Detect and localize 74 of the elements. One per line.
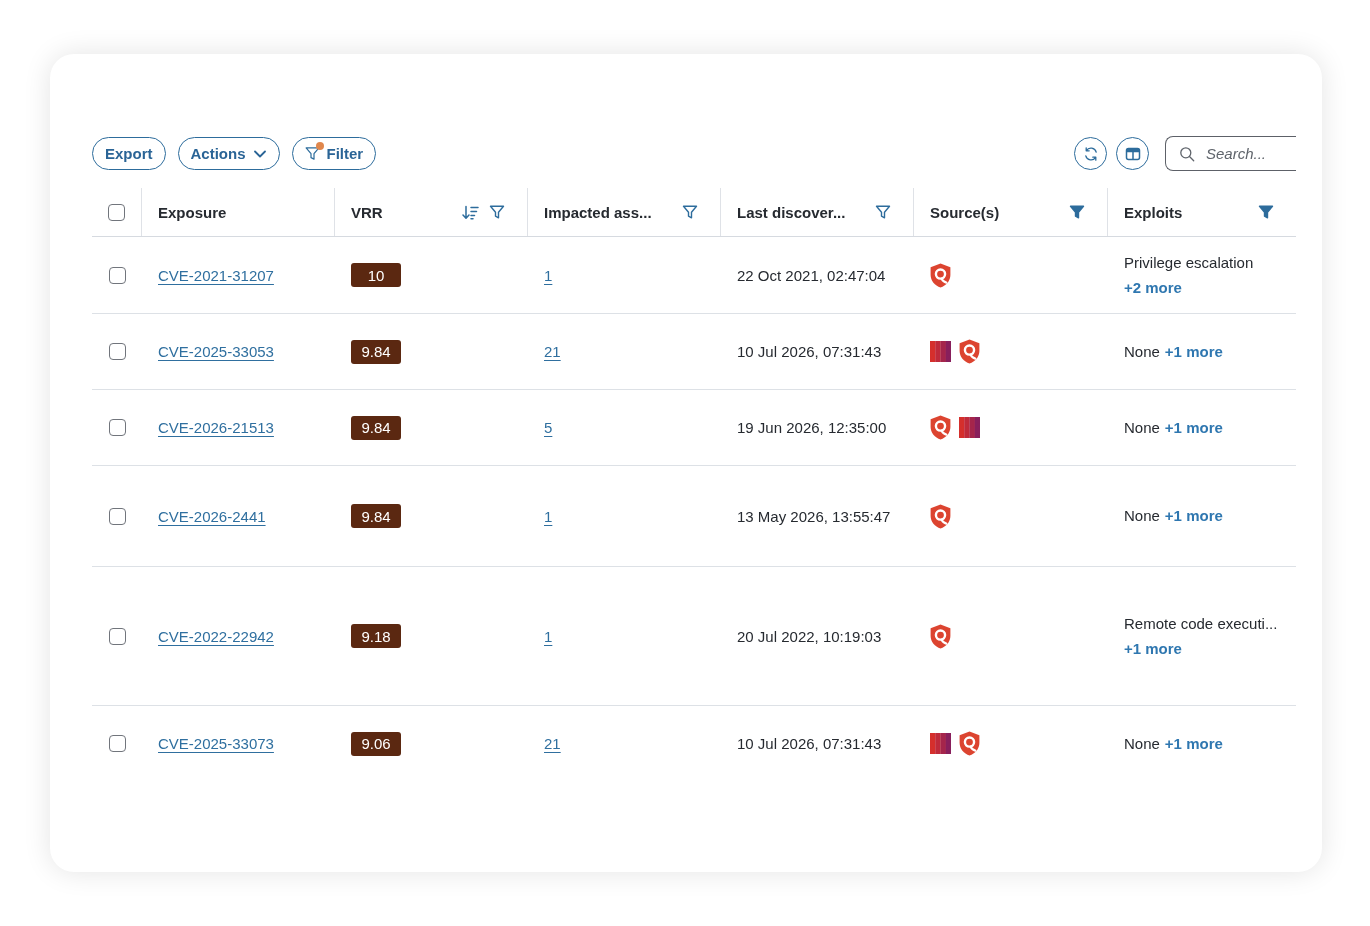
shield-logo-icon: [930, 503, 951, 529]
refresh-button[interactable]: [1074, 137, 1107, 170]
vrr-score-badge: 9.84: [351, 415, 401, 440]
striped-square-icon: [930, 341, 951, 362]
row-checkbox[interactable]: [108, 627, 126, 645]
exploit-text: Privilege escalation: [1124, 252, 1254, 273]
filter-icon[interactable]: [489, 204, 505, 220]
select-all-checkbox[interactable]: [108, 203, 125, 221]
vrr-score-badge: 9.06: [351, 731, 401, 756]
filter-icon[interactable]: [1069, 204, 1085, 220]
cve-link[interactable]: CVE-2025-33053: [158, 343, 274, 360]
row-checkbox[interactable]: [108, 419, 126, 436]
actions-menu-button[interactable]: Actions: [177, 137, 280, 170]
date-text: 20 Jul 2022, 10:19:03: [737, 627, 882, 645]
cve-link[interactable]: CVE-2025-33073: [158, 735, 274, 752]
row-checkbox[interactable]: [108, 266, 126, 284]
date-text: 10 Jul 2026, 07:31:43: [737, 343, 882, 360]
date-text: 10 Jul 2026, 07:31:43: [737, 735, 882, 752]
asset-count-link[interactable]: 1: [544, 507, 553, 525]
filter-icon[interactable]: [1258, 204, 1274, 220]
row-checkbox[interactable]: [108, 507, 126, 525]
column-header: Exposure: [158, 203, 227, 221]
exploit-text: None: [1124, 506, 1160, 526]
column-header: Exploits: [1124, 203, 1183, 221]
more-link[interactable]: +1 more: [1164, 341, 1223, 362]
filter-icon[interactable]: [875, 204, 891, 220]
striped-square-icon: [959, 417, 980, 438]
row-checkbox[interactable]: [108, 735, 126, 752]
more-link[interactable]: +1 more: [1164, 506, 1223, 526]
asset-count-link[interactable]: 21: [544, 735, 561, 752]
more-link[interactable]: +2 more: [1124, 277, 1182, 298]
filter-icon: [304, 146, 320, 161]
column-header: VRR: [351, 203, 383, 221]
exploit-text: Remote code executi...: [1124, 613, 1278, 634]
cve-link[interactable]: CVE-2022-22942: [158, 627, 274, 645]
asset-count-link[interactable]: 1: [544, 266, 553, 284]
date-text: 19 Jun 2026, 12:35:00: [737, 419, 887, 436]
search-field[interactable]: Search...: [1165, 136, 1296, 171]
exploit-text: None: [1124, 733, 1160, 754]
filter-icon[interactable]: [682, 204, 698, 220]
vrr-score-badge: 10: [351, 263, 401, 287]
filter-button[interactable]: Filter: [291, 137, 377, 170]
cve-link[interactable]: CVE-2026-21513: [158, 419, 274, 436]
vrr-score-badge: 9.18: [351, 624, 401, 648]
cve-link[interactable]: CVE-2026-2441: [158, 507, 266, 525]
shield-logo-icon: [930, 262, 951, 288]
more-link[interactable]: +1 more: [1124, 638, 1182, 659]
date-text: 13 May 2026, 13:55:47: [737, 507, 891, 525]
shield-logo-icon: [930, 415, 951, 440]
search-icon: [1179, 145, 1195, 162]
column-header: Impacted ass...: [544, 203, 652, 221]
vrr-score-badge: 9.84: [351, 504, 401, 528]
striped-square-icon: [930, 733, 951, 754]
shield-logo-icon: [959, 339, 980, 364]
vrr-score-badge: 9.84: [351, 339, 401, 364]
row-checkbox[interactable]: [108, 343, 126, 360]
columns-icon: [1124, 145, 1141, 162]
shield-logo-icon: [930, 623, 951, 649]
asset-count-link[interactable]: 1: [544, 627, 553, 645]
date-text: 22 Oct 2021, 02:47:04: [737, 266, 886, 284]
exploit-text: None: [1124, 417, 1160, 438]
asset-count-link[interactable]: 21: [544, 343, 561, 360]
more-link[interactable]: +1 more: [1164, 733, 1223, 754]
column-header: Source(s): [930, 203, 1000, 221]
column-header: Last discover...: [737, 203, 846, 221]
shield-logo-icon: [959, 731, 980, 756]
more-link[interactable]: +1 more: [1164, 417, 1223, 438]
sort-icon[interactable]: [462, 204, 479, 220]
refresh-icon: [1082, 145, 1099, 162]
asset-count-link[interactable]: 5: [544, 419, 553, 436]
columns-button[interactable]: [1116, 137, 1149, 170]
export-button[interactable]: Export: [92, 137, 166, 170]
exploit-text: None: [1124, 341, 1160, 362]
cve-link[interactable]: CVE-2021-31207: [158, 266, 274, 284]
